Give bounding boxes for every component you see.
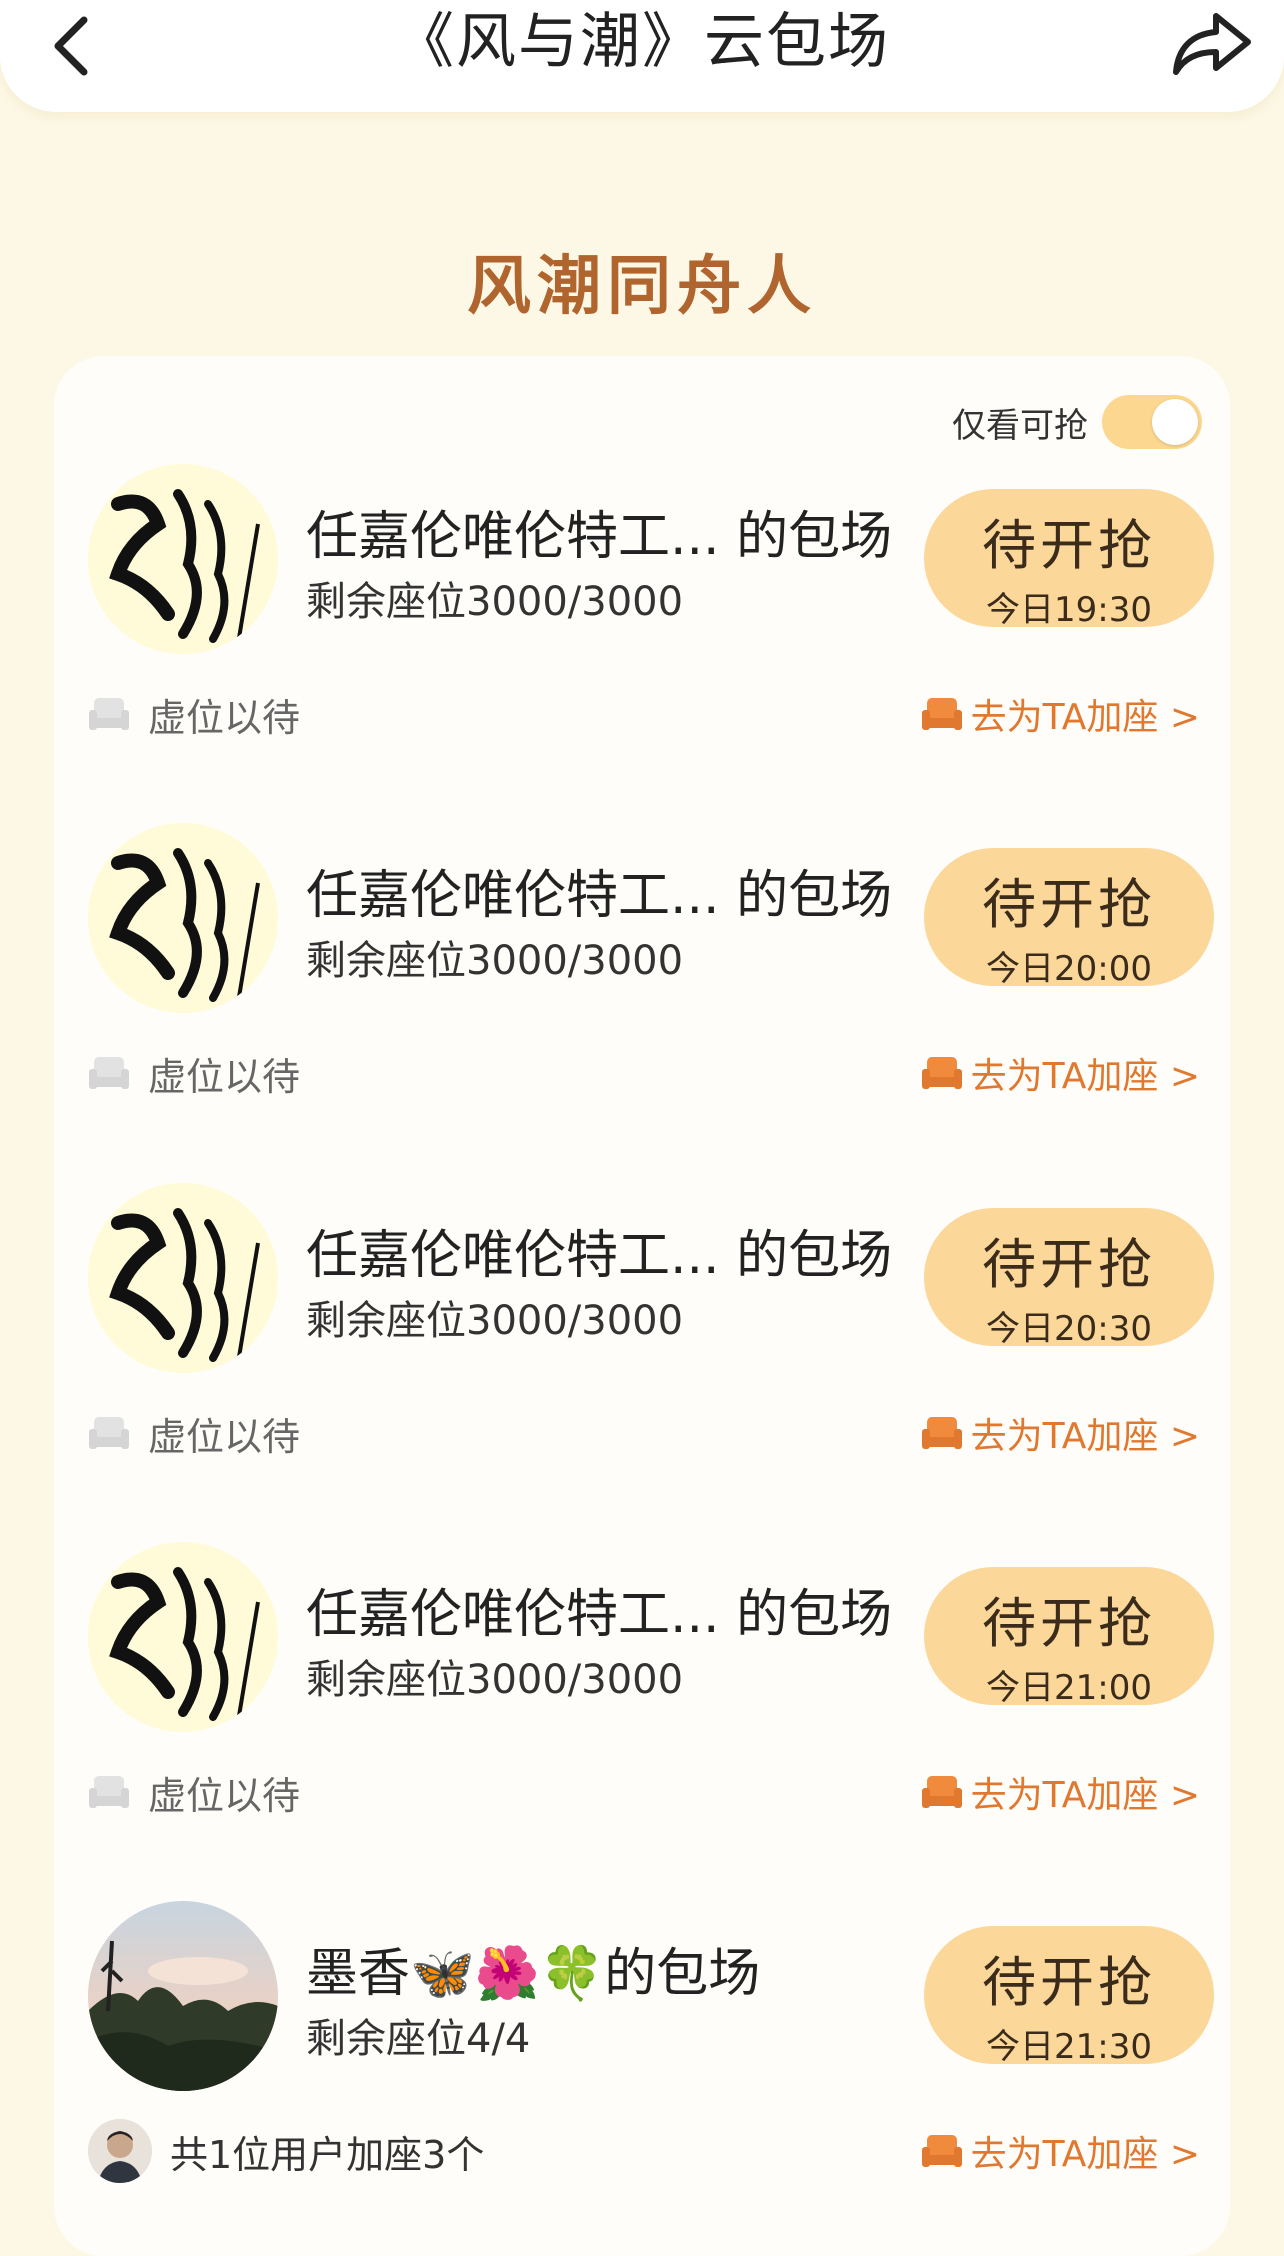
add-seat-text: 去为TA加座 > [970, 1056, 1200, 1097]
remaining-seats: 剩余座位3000/3000 [306, 1298, 684, 1344]
seat-icon [921, 2135, 962, 2167]
add-seat-text: 去为TA加座 > [970, 1775, 1200, 1816]
session-footer: 共1位用户加座3个 去为TA加座 > [88, 2119, 1200, 2183]
session-title: 任嘉伦唯伦特工... 的包场 [306, 1585, 893, 1645]
remaining-seats: 剩余座位3000/3000 [306, 1657, 684, 1703]
seat-status: 虚位以待 [88, 1765, 300, 1820]
calligraphy-avatar-image [88, 1542, 278, 1732]
add-seat-link[interactable]: 去为TA加座 > [921, 1766, 1200, 1818]
empty-seat-icon [89, 698, 129, 730]
calligraphy-avatar-image [88, 464, 278, 654]
user-avatar[interactable] [88, 2119, 152, 2183]
section-title: 风潮同舟人 [467, 250, 817, 324]
host-avatar[interactable] [88, 823, 278, 1013]
empty-seat-icon [89, 1776, 129, 1808]
grab-time: 今日21:00 [986, 1668, 1152, 1708]
grab-seat-button[interactable]: 待开抢 今日20:30 [924, 1208, 1214, 1349]
available-only-filter: 仅看可抢 [952, 394, 1202, 450]
grab-seat-button[interactable]: 待开抢 今日19:30 [924, 489, 1214, 630]
session-title: 任嘉伦唯伦特工... 的包场 [306, 507, 893, 567]
add-seat-text: 去为TA加座 > [970, 1416, 1200, 1457]
session-item: 任嘉伦唯伦特工... 的包场 剩余座位3000/3000 待开抢 今日21:00… [54, 1542, 1230, 1842]
grab-seat-button[interactable]: 待开抢 今日20:00 [924, 848, 1214, 989]
page-title: 《风与潮》云包场 [394, 7, 890, 77]
seat-icon [921, 698, 962, 730]
grab-seat-button[interactable]: 待开抢 今日21:00 [924, 1567, 1214, 1708]
remaining-seats: 剩余座位4/4 [306, 2016, 531, 2062]
add-seat-link[interactable]: 去为TA加座 > [921, 2125, 1200, 2177]
waiting-text: 虚位以待 [148, 1054, 301, 1099]
host-avatar[interactable] [88, 1542, 278, 1732]
seat-status: 虚位以待 [88, 1406, 300, 1461]
host-avatar[interactable] [88, 464, 278, 654]
grab-button-label: 待开抢 [982, 1233, 1156, 1296]
seat-icon [921, 1776, 962, 1808]
grab-button-label: 待开抢 [982, 873, 1156, 936]
session-footer: 虚位以待 去为TA加座 > [88, 684, 1200, 744]
session-item: 任嘉伦唯伦特工... 的包场 剩余座位3000/3000 待开抢 今日19:30… [54, 464, 1230, 764]
seat-icon [921, 1057, 962, 1089]
added-seat-summary: 共1位用户加座3个 [170, 2132, 485, 2177]
session-item: 任嘉伦唯伦特工... 的包场 剩余座位3000/3000 待开抢 今日20:00… [54, 823, 1230, 1123]
session-title: 任嘉伦唯伦特工... 的包场 [306, 866, 893, 926]
seat-icon [921, 1417, 962, 1449]
add-seat-link[interactable]: 去为TA加座 > [921, 1407, 1200, 1459]
session-footer: 虚位以待 去为TA加座 > [88, 1762, 1200, 1822]
seat-status: 虚位以待 [88, 687, 300, 742]
session-footer: 虚位以待 去为TA加座 > [88, 1403, 1200, 1463]
grab-seat-button[interactable]: 待开抢 今日21:30 [924, 1926, 1214, 2067]
grab-time: 今日20:30 [986, 1309, 1152, 1349]
landscape-avatar-image [88, 1901, 278, 2091]
waiting-text: 虚位以待 [148, 1773, 301, 1818]
session-item: 任嘉伦唯伦特工... 的包场 剩余座位3000/3000 待开抢 今日20:30… [54, 1183, 1230, 1483]
remaining-seats: 剩余座位3000/3000 [306, 938, 684, 984]
toggle-knob [1152, 399, 1198, 445]
add-seat-link[interactable]: 去为TA加座 > [921, 1047, 1200, 1099]
grab-button-label: 待开抢 [982, 514, 1156, 577]
empty-seat-icon [89, 1417, 129, 1449]
session-list-card: 仅看可抢 任嘉伦唯伦特工... 的包场 剩余座位3000/3000 待开抢 今日… [54, 356, 1230, 2256]
seat-status: 虚位以待 [88, 1046, 300, 1101]
filter-label: 仅看可抢 [952, 405, 1088, 446]
add-seat-text: 去为TA加座 > [970, 697, 1200, 738]
grab-time: 今日21:30 [986, 2027, 1152, 2067]
seat-status: 共1位用户加座3个 [88, 2119, 484, 2183]
available-only-toggle[interactable] [1102, 395, 1202, 449]
host-avatar[interactable] [88, 1901, 278, 2091]
grab-button-label: 待开抢 [982, 1592, 1156, 1655]
session-title: 墨香🦋🌺🍀的包场 [306, 1944, 761, 2004]
session-item: 墨香🦋🌺🍀的包场 剩余座位4/4 待开抢 今日21:30 共1位用户加座3个 去… [54, 1901, 1230, 2201]
calligraphy-avatar-image [88, 1183, 278, 1373]
session-footer: 虚位以待 去为TA加座 > [88, 1043, 1200, 1103]
share-button[interactable] [1168, 8, 1254, 78]
empty-seat-icon [89, 1057, 129, 1089]
user-photo [88, 2119, 152, 2183]
grab-time: 今日20:00 [986, 949, 1152, 989]
add-seat-link[interactable]: 去为TA加座 > [921, 688, 1200, 740]
session-title: 任嘉伦唯伦特工... 的包场 [306, 1226, 893, 1286]
add-seat-text: 去为TA加座 > [970, 2134, 1200, 2175]
remaining-seats: 剩余座位3000/3000 [306, 579, 684, 625]
grab-button-label: 待开抢 [982, 1951, 1156, 2014]
calligraphy-avatar-image [88, 823, 278, 1013]
waiting-text: 虚位以待 [148, 695, 301, 740]
grab-time: 今日19:30 [986, 590, 1152, 630]
waiting-text: 虚位以待 [148, 1414, 301, 1459]
share-icon [1173, 13, 1251, 75]
host-avatar[interactable] [88, 1183, 278, 1373]
top-nav-bar: 《风与潮》云包场 [0, 0, 1284, 112]
